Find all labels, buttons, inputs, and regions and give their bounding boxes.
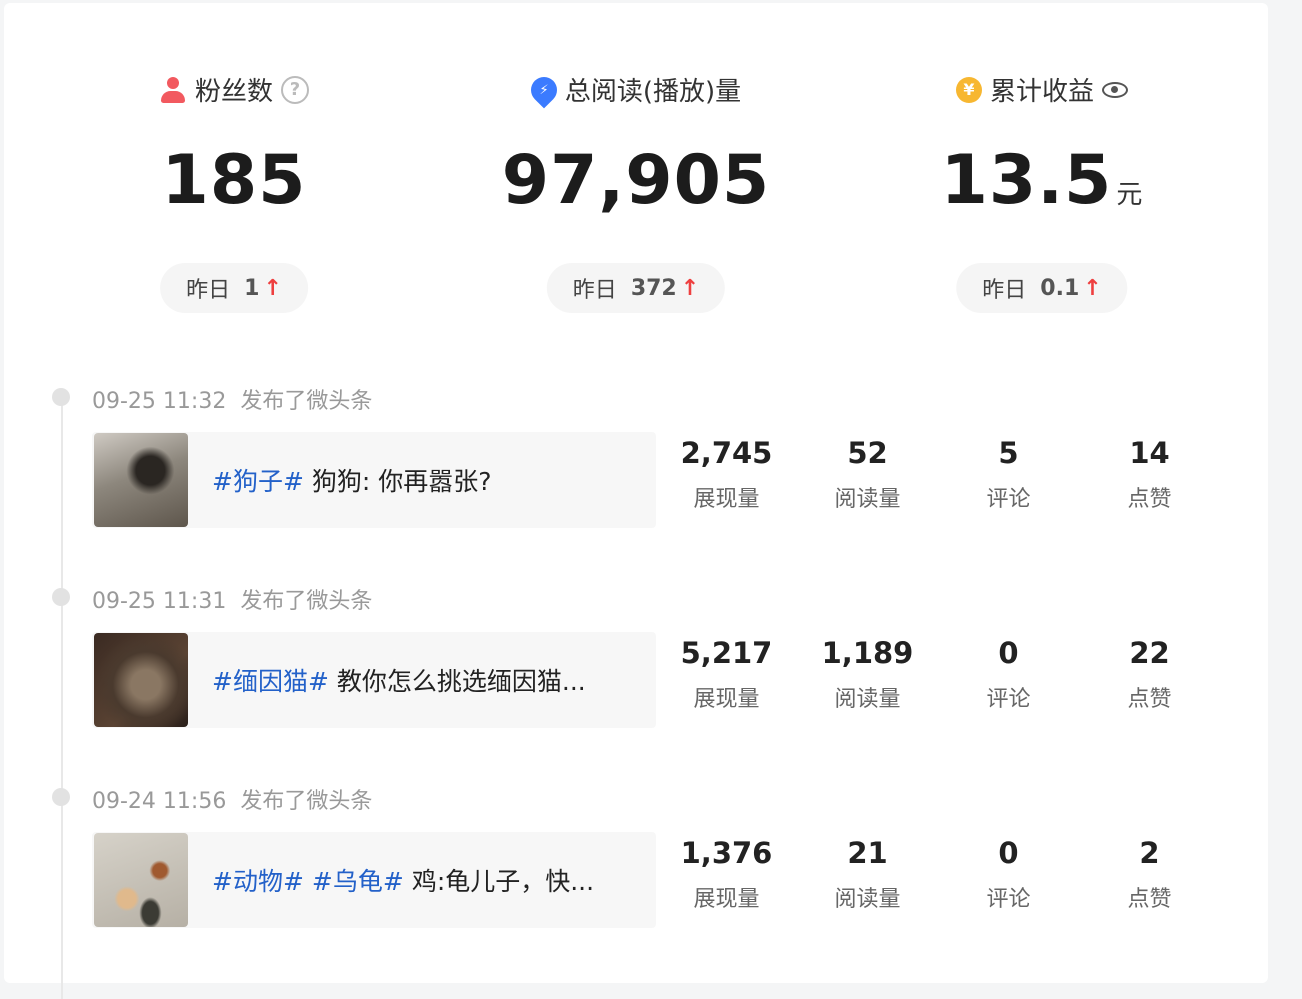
metric-label: 点赞 [1127, 487, 1172, 512]
metric-label: 点赞 [1127, 887, 1172, 912]
metric-likes: 14 点赞 [1079, 435, 1220, 513]
post-text: 狗狗: 你再嚣张? [311, 467, 492, 496]
metric-label: 阅读量 [834, 487, 901, 512]
post-meta: 09-25 11:32 发布了微头条 [92, 383, 372, 415]
post-tag[interactable]: #乌龟# [312, 867, 404, 896]
post-action: 发布了微头条 [240, 389, 373, 414]
metric-value: 1,376 [680, 836, 773, 870]
arrow-up-icon: ↑ [263, 275, 282, 301]
metric-value: 5 [998, 436, 1019, 470]
arrow-up-icon: ↑ [1083, 275, 1102, 301]
post-metrics: 1,376 展现量 21 阅读量 0 评论 2 点赞 [656, 835, 1226, 913]
yesterday-label: 昨日 [186, 278, 231, 303]
post-thumbnail[interactable] [94, 633, 188, 727]
post-text: 教你怎么挑选缅因猫... [336, 667, 586, 696]
post-tag[interactable]: #狗子# [212, 467, 304, 496]
stat-reads-yesterday: 昨日 372 ↑ [546, 263, 726, 313]
yesterday-value: 1 [244, 275, 260, 301]
dashboard-card: 粉丝数 ? 185 昨日 1 ↑ ⚡ 总阅读(播放)量 97,905 昨日 37… [4, 3, 1268, 999]
yesterday-label: 昨日 [982, 278, 1027, 303]
metric-label: 展现量 [693, 887, 760, 912]
metric-label: 点赞 [1127, 687, 1172, 712]
yesterday-label: 昨日 [572, 278, 617, 303]
metric-label: 评论 [986, 887, 1031, 912]
metric-reads: 1,189 阅读量 [797, 635, 938, 713]
metric-value: 14 [1129, 436, 1170, 470]
metric-comments: 0 评论 [938, 835, 1079, 913]
metric-value: 2 [1139, 836, 1160, 870]
post-card[interactable]: #狗子# 狗狗: 你再嚣张? [92, 432, 656, 528]
metric-likes: 2 点赞 [1079, 835, 1220, 913]
post-meta: 09-24 11:56 发布了微头条 [92, 783, 372, 815]
stat-income-yesterday: 昨日 0.1 ↑ [956, 263, 1128, 313]
metric-reads: 52 阅读量 [797, 435, 938, 513]
post-title[interactable]: #动物# #乌龟# 鸡:龟儿子，快... [212, 862, 594, 898]
post-card[interactable]: #动物# #乌龟# 鸡:龟儿子，快... [92, 832, 656, 928]
yesterday-value: 0.1 [1040, 275, 1080, 301]
metric-label: 阅读量 [834, 687, 901, 712]
metric-value: 0 [998, 836, 1019, 870]
metric-value: 22 [1129, 636, 1170, 670]
metric-label: 展现量 [693, 487, 760, 512]
metric-comments: 0 评论 [938, 635, 1079, 713]
metric-label: 评论 [986, 687, 1031, 712]
post-metrics: 2,745 展现量 52 阅读量 5 评论 14 点赞 [656, 435, 1226, 513]
timeline-line [61, 399, 63, 999]
post-tag[interactable]: #缅因猫# [212, 667, 329, 696]
yesterday-value: 372 [630, 275, 677, 301]
post-action: 发布了微头条 [240, 589, 373, 614]
metric-value: 21 [847, 836, 888, 870]
metric-comments: 5 评论 [938, 435, 1079, 513]
post-title[interactable]: #缅因猫# 教你怎么挑选缅因猫... [212, 662, 586, 698]
post-action: 发布了微头条 [240, 789, 373, 814]
post-metrics: 5,217 展现量 1,189 阅读量 0 评论 22 点赞 [656, 635, 1226, 713]
stat-fans-yesterday: 昨日 1 ↑ [160, 263, 308, 313]
metric-label: 展现量 [693, 687, 760, 712]
timeline-dot [52, 788, 70, 806]
metric-impressions: 5,217 展现量 [656, 635, 797, 713]
post-thumbnail[interactable] [94, 833, 188, 927]
metric-reads: 21 阅读量 [797, 835, 938, 913]
post-meta: 09-25 11:31 发布了微头条 [92, 583, 372, 615]
timeline-dot [52, 388, 70, 406]
metric-value: 2,745 [680, 436, 773, 470]
post-time: 09-24 11:56 [92, 789, 227, 814]
timeline-item: 09-24 11:56 发布了微头条 #动物# #乌龟# 鸡:龟儿子，快... 1,3… [4, 3, 1268, 928]
metric-likes: 22 点赞 [1079, 635, 1220, 713]
post-tag[interactable]: #动物# [212, 867, 304, 896]
arrow-up-icon: ↑ [680, 275, 700, 301]
metric-value: 5,217 [680, 636, 773, 670]
metric-value: 52 [847, 436, 888, 470]
post-thumbnail[interactable] [94, 433, 188, 527]
metric-impressions: 2,745 展现量 [656, 435, 797, 513]
post-card[interactable]: #缅因猫# 教你怎么挑选缅因猫... [92, 632, 656, 728]
timeline-dot [52, 588, 70, 606]
metric-label: 阅读量 [834, 887, 901, 912]
metric-label: 评论 [986, 487, 1031, 512]
post-text: 鸡:龟儿子，快... [411, 867, 595, 896]
post-time: 09-25 11:31 [92, 589, 227, 614]
post-title[interactable]: #狗子# 狗狗: 你再嚣张? [212, 462, 492, 498]
metric-impressions: 1,376 展现量 [656, 835, 797, 913]
post-time: 09-25 11:32 [92, 389, 227, 414]
metric-value: 1,189 [821, 636, 914, 670]
metric-value: 0 [998, 636, 1019, 670]
